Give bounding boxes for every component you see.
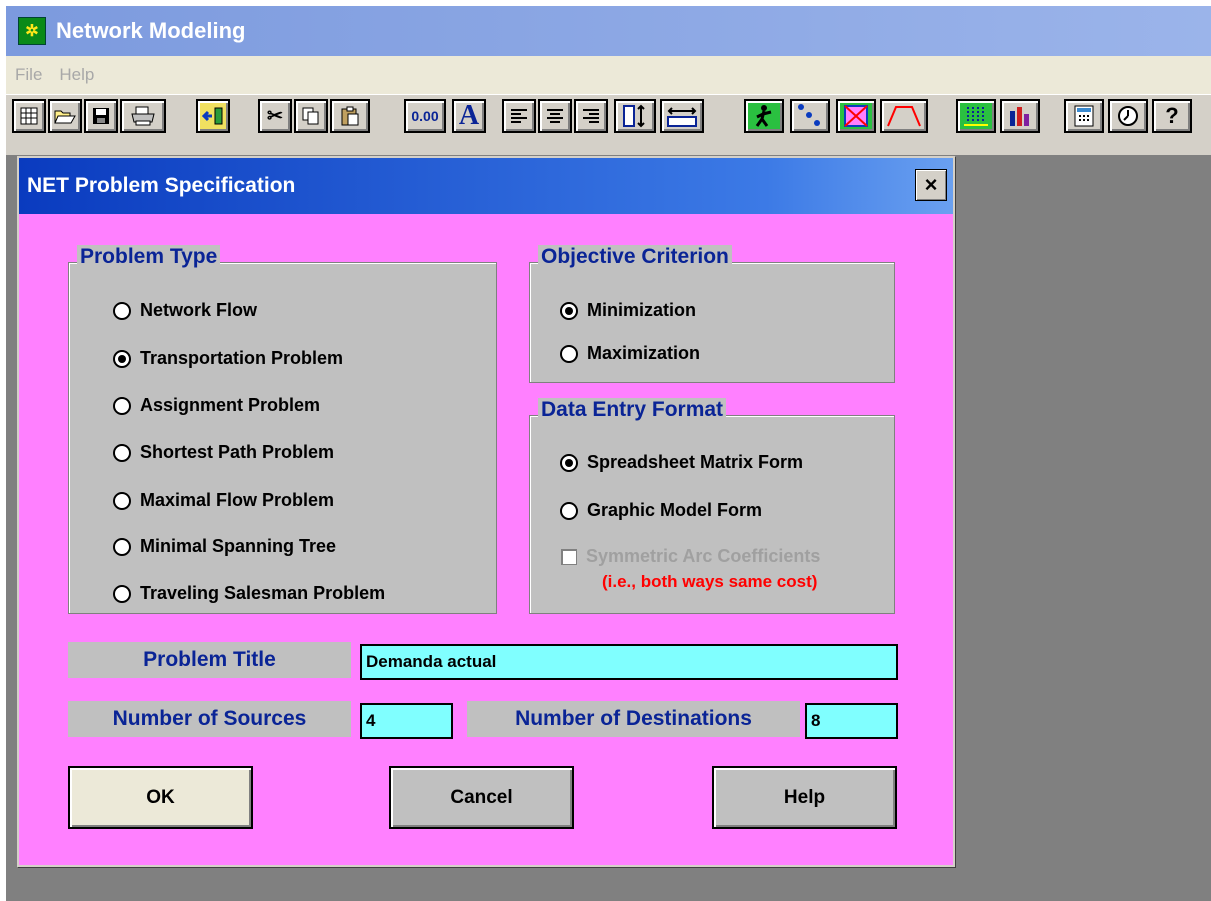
radio-selected-icon	[113, 349, 131, 368]
align-left-icon[interactable]	[502, 99, 536, 133]
clock-icon[interactable]	[1108, 99, 1148, 133]
data-entry-format-group: Data Entry Format Spreadsheet Matrix For…	[529, 398, 895, 614]
radio-traveling-salesman-problem[interactable]: Traveling Salesman Problem	[113, 583, 385, 604]
radio-circle-icon	[113, 491, 131, 510]
help-icon[interactable]: ?	[1152, 99, 1192, 133]
save-icon[interactable]	[84, 99, 118, 133]
font-icon[interactable]: A	[452, 99, 486, 133]
radio-label: Maximization	[587, 343, 701, 363]
radio-label: Shortest Path Problem	[140, 442, 335, 462]
radio-label: Graphic Model Form	[587, 500, 763, 520]
menubar: File Help	[6, 56, 1211, 94]
network-app-icon: ✲	[18, 17, 46, 45]
radio-label: Minimal Spanning Tree	[140, 536, 337, 556]
menu-help[interactable]: Help	[59, 65, 94, 85]
ok-button[interactable]: OK	[68, 766, 253, 829]
radio-label: Transportation Problem	[140, 348, 344, 368]
dialog-title: NET Problem Specification	[27, 174, 296, 197]
radio-label: Spreadsheet Matrix Form	[587, 452, 804, 472]
radio-label: Traveling Salesman Problem	[140, 583, 386, 603]
app-title: Network Modeling	[56, 18, 246, 43]
number-of-destinations-input[interactable]: 8	[805, 703, 898, 739]
radio-selected-icon	[560, 453, 578, 472]
graph-flow-icon[interactable]	[880, 99, 928, 133]
radio-transportation-problem[interactable]: Transportation Problem	[113, 348, 343, 369]
row-height-icon[interactable]	[614, 99, 656, 133]
radio-circle-icon	[560, 501, 578, 520]
problem-type-title: Problem Type	[77, 245, 221, 269]
radio-label: Maximal Flow Problem	[140, 490, 335, 510]
app-titlebar: ✲ Network Modeling	[6, 6, 1211, 56]
radio-label: Minimization	[587, 300, 696, 320]
exit-icon[interactable]	[196, 99, 230, 133]
radio-circle-icon	[113, 396, 131, 415]
radio-label: Network Flow	[140, 300, 258, 320]
radio-maximal-flow-problem[interactable]: Maximal Flow Problem	[113, 490, 334, 511]
cancel-button[interactable]: Cancel	[389, 766, 574, 829]
align-center-icon[interactable]	[538, 99, 572, 133]
cut-icon[interactable]: ✂	[258, 99, 292, 133]
radio-circle-icon	[560, 344, 578, 363]
toolbar: ✂ 0.00 A ?	[6, 94, 1211, 155]
objective-criterion-title: Objective Criterion	[538, 245, 732, 269]
radio-circle-icon	[113, 301, 131, 320]
radio-spreadsheet-matrix-form[interactable]: Spreadsheet Matrix Form	[560, 452, 803, 473]
solve-icon[interactable]	[744, 99, 784, 133]
radio-label: Assignment Problem	[140, 395, 321, 415]
open-icon[interactable]	[48, 99, 82, 133]
column-width-icon[interactable]	[660, 99, 704, 133]
problem-title-input[interactable]: Demanda actual	[360, 644, 898, 680]
symmetric-arc-checkbox[interactable]: Symmetric Arc Coefficients	[561, 546, 820, 567]
new-icon[interactable]	[12, 99, 46, 133]
radio-circle-icon	[113, 537, 131, 556]
problem-type-group: Problem Type Network Flow Transportation…	[68, 245, 497, 614]
copy-icon[interactable]	[294, 99, 328, 133]
graph-nodes-icon[interactable]	[790, 99, 830, 133]
radio-minimal-spanning-tree[interactable]: Minimal Spanning Tree	[113, 536, 336, 557]
bar-chart-icon[interactable]	[1000, 99, 1040, 133]
number-of-sources-input[interactable]: 4	[360, 703, 453, 739]
chart-icon[interactable]	[956, 99, 996, 133]
radio-network-flow[interactable]: Network Flow	[113, 300, 257, 321]
radio-selected-icon	[560, 301, 578, 320]
radio-shortest-path-problem[interactable]: Shortest Path Problem	[113, 442, 334, 463]
radio-circle-icon	[113, 443, 131, 462]
radio-circle-icon	[113, 584, 131, 603]
radio-maximization[interactable]: Maximization	[560, 343, 700, 364]
app-window: ✲ Network Modeling File Help ✂ 0.00 A ? …	[6, 6, 1211, 901]
menu-file[interactable]: File	[15, 65, 42, 85]
radio-assignment-problem[interactable]: Assignment Problem	[113, 395, 320, 416]
number-format-icon[interactable]: 0.00	[404, 99, 446, 133]
number-of-sources-label: Number of Sources	[68, 701, 351, 737]
problem-title-label: Problem Title	[68, 642, 351, 678]
help-button[interactable]: Help	[712, 766, 897, 829]
symmetric-arc-note: (i.e., both ways same cost)	[602, 572, 818, 591]
radio-minimization[interactable]: Minimization	[560, 300, 696, 321]
align-right-icon[interactable]	[574, 99, 608, 133]
dialog-titlebar: NET Problem Specification ×	[19, 158, 953, 214]
paste-icon[interactable]	[330, 99, 370, 133]
checkbox-icon	[561, 548, 577, 565]
calculator-icon[interactable]	[1064, 99, 1104, 133]
net-problem-dialog: NET Problem Specification × Problem Type…	[17, 156, 955, 867]
objective-criterion-group: Objective Criterion Minimization Maximiz…	[529, 245, 895, 383]
number-of-destinations-label: Number of Destinations	[467, 701, 800, 737]
radio-graphic-model-form[interactable]: Graphic Model Form	[560, 500, 762, 521]
checkbox-label: Symmetric Arc Coefficients	[586, 546, 821, 566]
switch-view-icon[interactable]	[836, 99, 876, 133]
data-entry-format-title: Data Entry Format	[538, 398, 727, 422]
close-icon[interactable]: ×	[915, 169, 947, 201]
print-icon[interactable]	[120, 99, 166, 133]
